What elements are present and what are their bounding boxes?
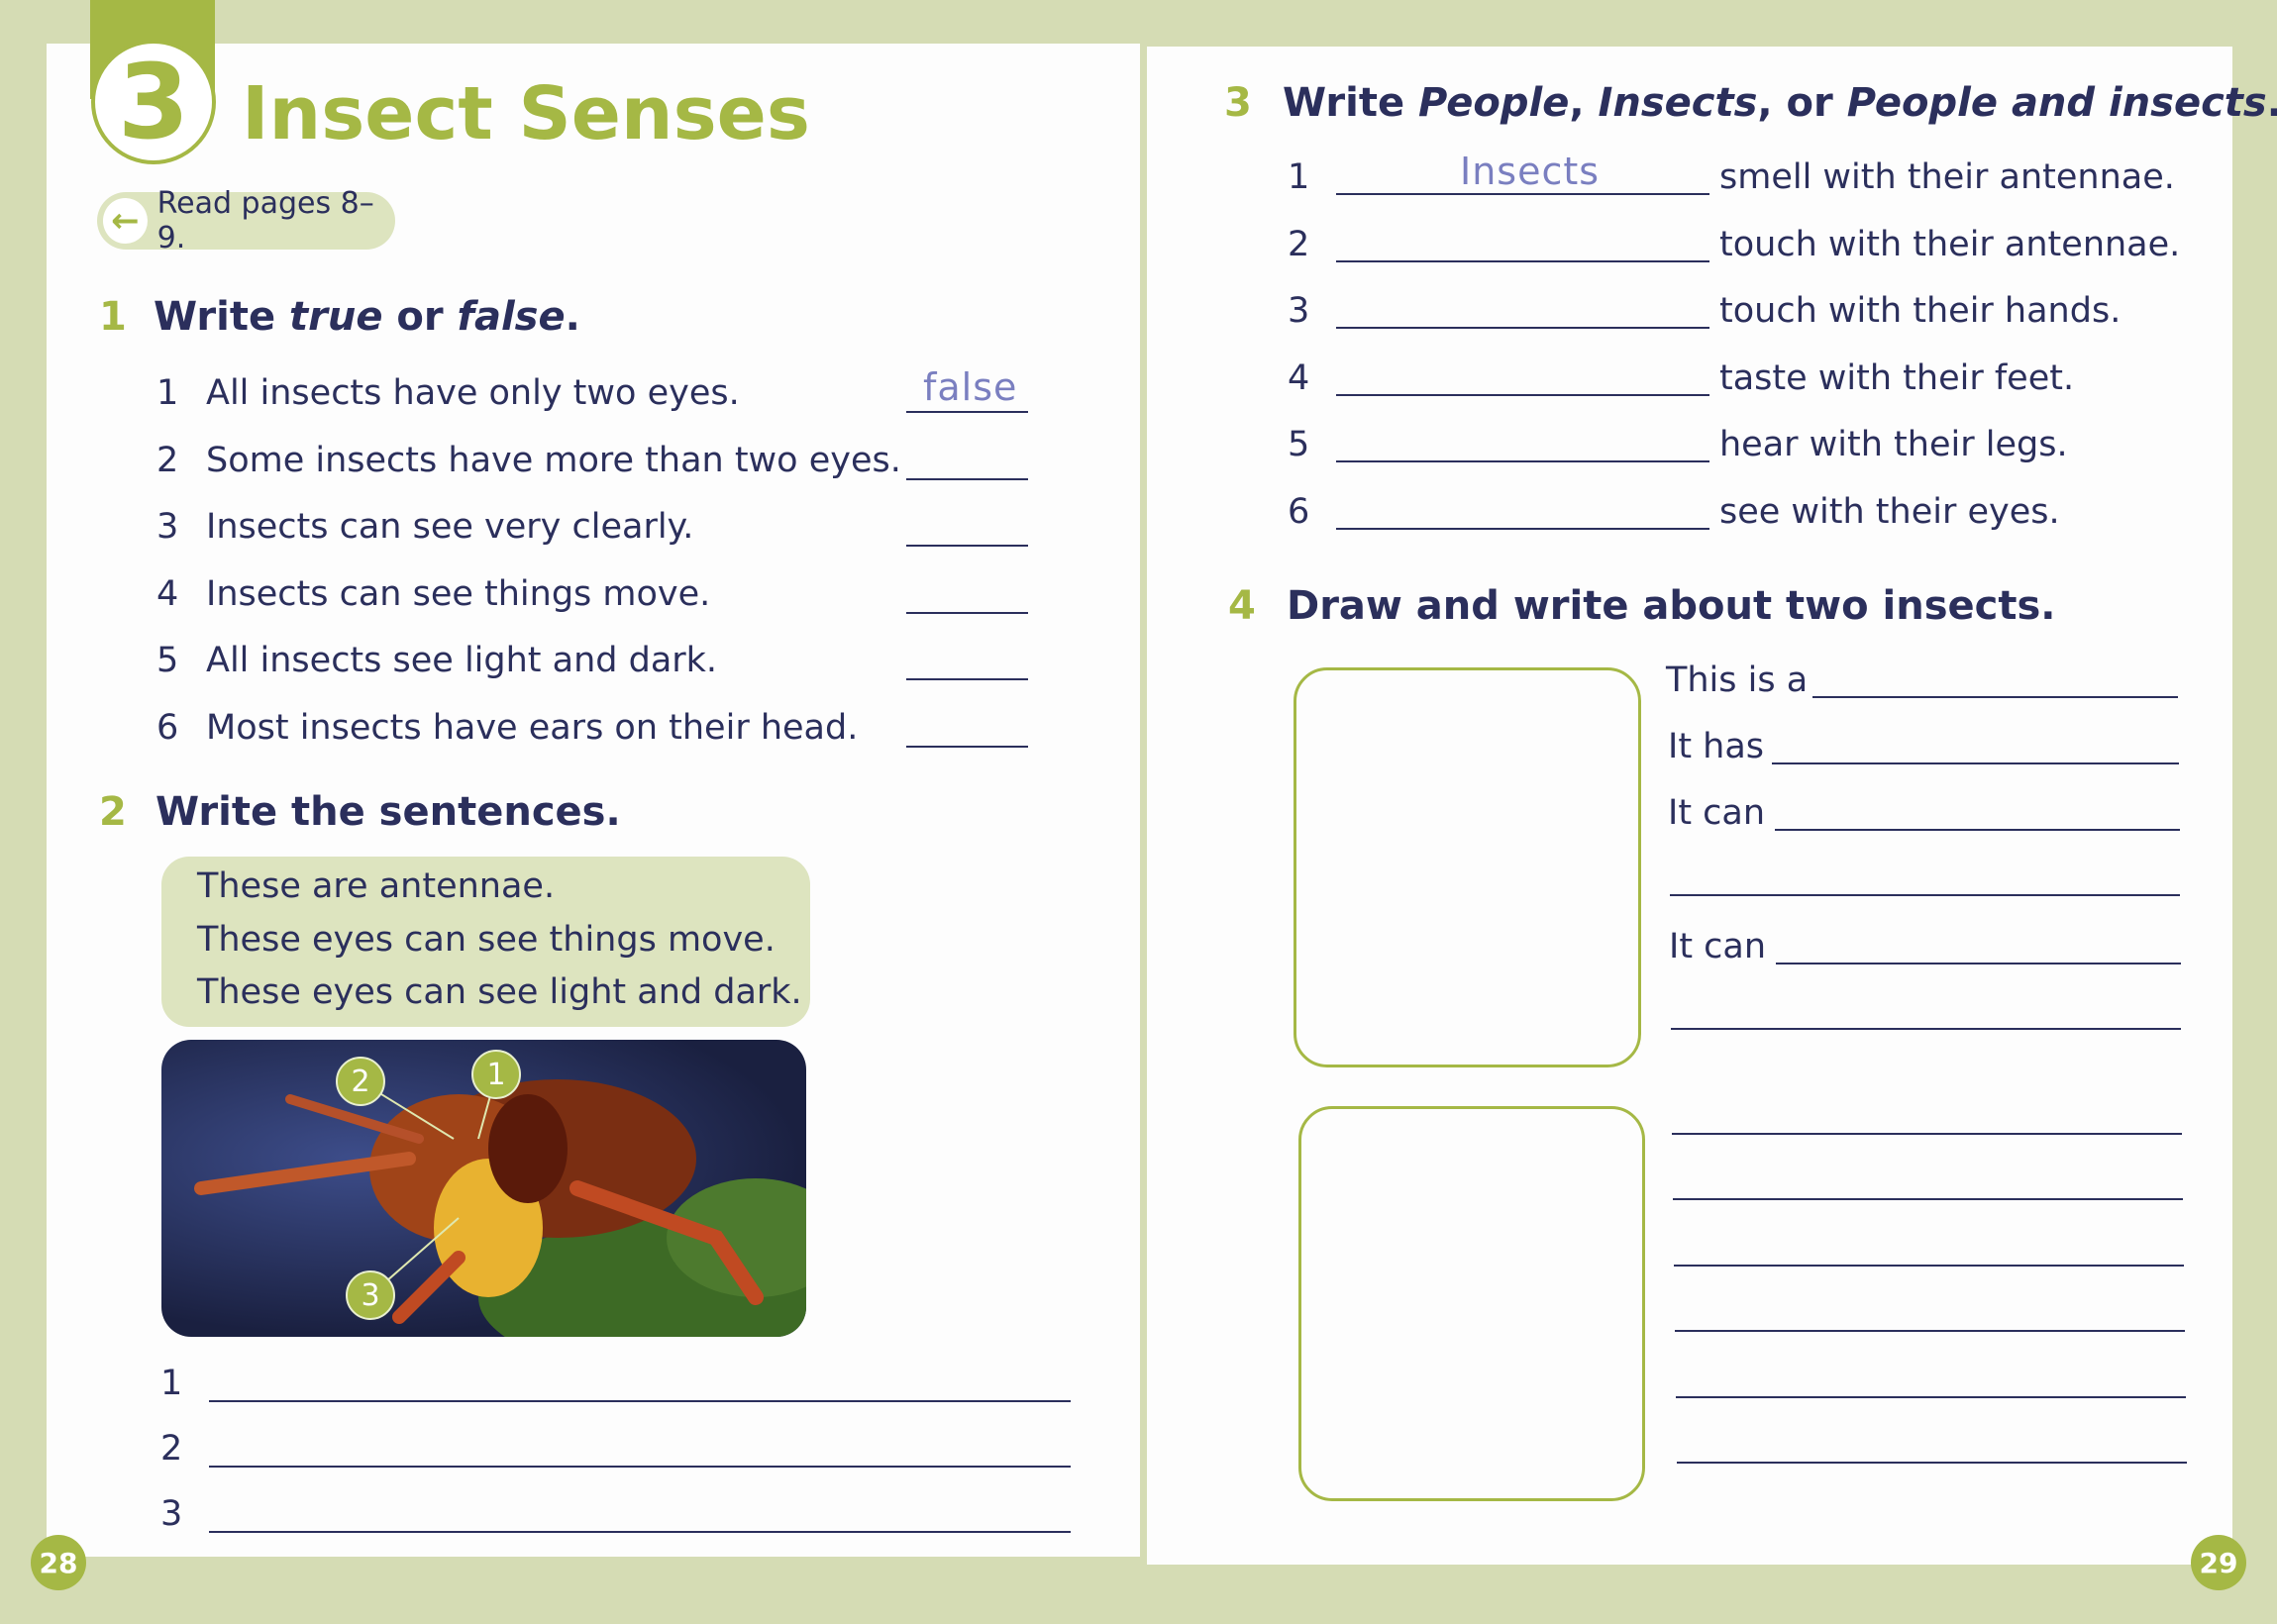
photo-label-1: 1 [471,1050,521,1099]
photo-label-2: 2 [336,1057,385,1106]
read-pages-label: Read pages 8–9. [156,186,374,255]
item-text: All insects have only two eyes. [206,373,740,413]
ex4-instruction: Draw and write about two insects. [1287,583,2056,629]
sentence-3: These eyes can see light and dark. [197,972,802,1012]
item-text: Most insects have ears on their head. [206,707,859,748]
arrow-left-icon: ← [103,198,148,244]
write-line[interactable] [1672,1133,2182,1135]
unit-number: 3 [117,42,190,162]
prompt-it-can-2: It can [1669,927,1767,966]
answer-line[interactable] [1336,193,1709,195]
answer-line[interactable] [1336,393,1709,396]
prompt-this-is-a: This is a [1666,660,1809,700]
item-number: 2 [156,440,179,480]
item-text: smell with their antennae. [1719,157,2175,197]
answer-line[interactable] [209,1531,1071,1533]
answer-line[interactable] [906,545,1028,547]
write-line[interactable] [1812,696,2178,698]
ex4-number: 4 [1228,583,1256,629]
item-number: 2 [1288,224,1310,264]
answer-line[interactable] [1336,259,1709,262]
item-number: 3 [156,507,179,547]
ex2-instruction: Write the sentences. [155,789,621,835]
write-line[interactable] [1673,1198,2183,1201]
answer-number: 2 [160,1429,183,1469]
answer-number: 1 [160,1364,183,1403]
item-number: 4 [1288,357,1310,398]
item-number: 1 [156,373,179,413]
handwritten-answer: Insects [1460,150,1601,193]
item-number: 5 [156,641,179,680]
write-line[interactable] [1676,1395,2186,1398]
write-line[interactable] [1670,894,2180,896]
item-text: Some insects have more than two eyes. [206,440,901,480]
write-line[interactable] [1677,1462,2187,1464]
prompt-it-has: It has [1668,727,1765,766]
item-text: All insects see light and dark. [206,641,718,680]
answer-line[interactable] [906,745,1028,748]
answer-line[interactable] [1336,527,1709,530]
answer-line[interactable] [906,678,1028,680]
ex2-number: 2 [99,789,127,835]
answer-line[interactable] [906,477,1028,480]
write-line[interactable] [1671,1028,2181,1030]
sentence-1: These are antennae. [197,866,556,906]
sentence-2: These eyes can see things move. [197,920,776,960]
insect-photo: 2 1 3 [161,1040,806,1337]
photo-label-3: 3 [346,1270,395,1320]
write-line[interactable] [1675,1330,2185,1333]
answer-number: 3 [160,1494,183,1534]
item-number: 3 [1288,291,1310,331]
item-text: hear with their legs. [1719,425,2068,464]
answer-line[interactable] [209,1400,1071,1402]
item-text: Insects can see things move. [206,573,711,614]
prompt-it-can-1: It can [1668,793,1766,833]
drawing-box-2[interactable] [1298,1106,1645,1501]
write-line[interactable] [1772,762,2179,764]
answer-line[interactable] [209,1466,1071,1468]
ex3-instruction: Write People, Insects, or People and ins… [1283,80,2277,126]
drawing-box-1[interactable] [1294,667,1641,1067]
read-pages-pill[interactable]: ← Read pages 8–9. [97,186,395,255]
ex3-number: 3 [1224,80,1252,126]
answer-line[interactable] [1336,460,1709,462]
write-line[interactable] [1776,963,2181,964]
item-number: 6 [156,707,179,748]
ex1-number: 1 [99,294,127,340]
item-text: touch with their antennae. [1719,224,2181,264]
item-number: 5 [1288,425,1310,464]
unit-number-badge: 3 [91,40,216,164]
page-number-29: 29 [2191,1535,2246,1590]
item-text: touch with their hands. [1719,291,2122,331]
item-text: see with their eyes. [1719,491,2060,532]
item-number: 6 [1288,491,1310,532]
ex1-instruction: Write true or false. [154,294,580,340]
write-line[interactable] [1775,829,2180,831]
page-title: Insect Senses [242,71,810,156]
item-number: 4 [156,573,179,614]
item-number: 1 [1288,157,1310,197]
answer-line[interactable] [906,611,1028,614]
answer-line[interactable] [1336,327,1709,329]
item-text: taste with their feet. [1719,357,2075,398]
handwritten-answer: false [923,365,1018,409]
item-text: Insects can see very clearly. [206,507,694,547]
answer-line[interactable] [906,411,1028,413]
page-number-28: 28 [31,1535,86,1590]
write-line[interactable] [1674,1264,2184,1267]
